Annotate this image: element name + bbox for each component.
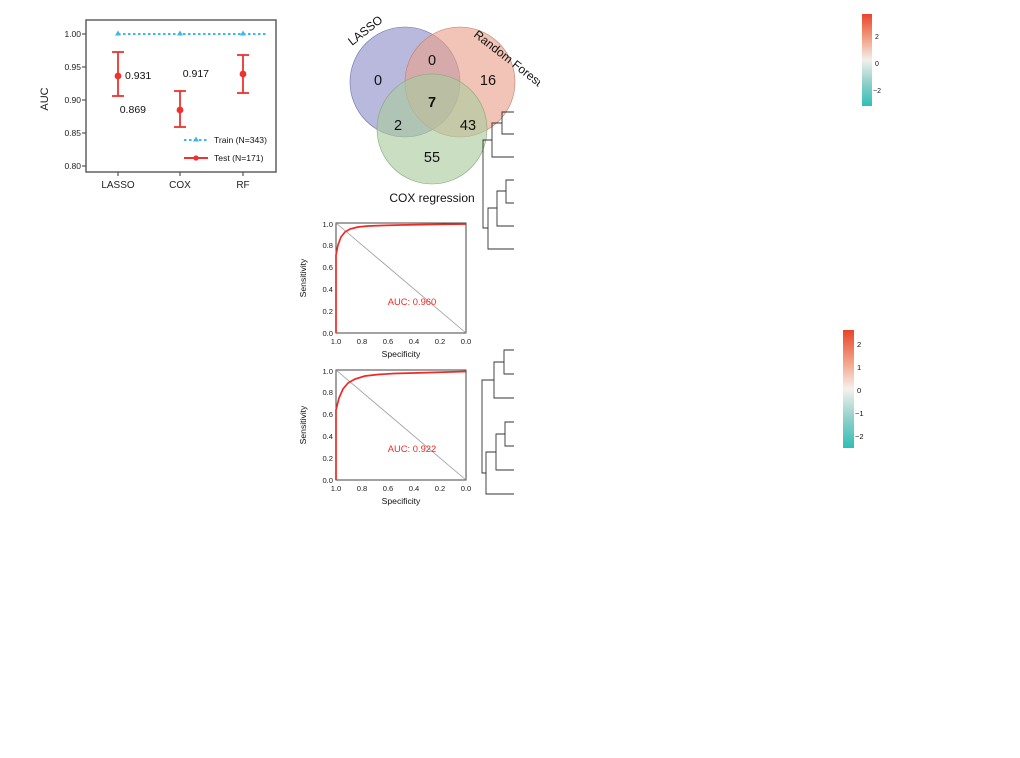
svg-text:AUC: AUC — [39, 87, 51, 110]
svg-text:0: 0 — [857, 386, 861, 395]
panel-e-colorbar: 2 1 0 −1 −2 — [843, 330, 873, 448]
panel-c-roc-train: 0.0 0.2 0.4 0.6 0.8 1.0 1.0 0.8 0.6 0.4 0.2 0.0 … — [292, 215, 487, 367]
venn-value-center: 7 — [428, 95, 436, 111]
svg-text:Sensitivity: Sensitivity — [298, 258, 308, 297]
svg-text:0.85: 0.85 — [64, 128, 81, 138]
svg-text:0.0: 0.0 — [461, 484, 472, 493]
svg-text:2: 2 — [875, 34, 879, 41]
svg-text:1.0: 1.0 — [331, 337, 342, 346]
svg-text:COX: COX — [169, 180, 191, 191]
svg-text:0.4: 0.4 — [409, 484, 420, 493]
svg-text:1.0: 1.0 — [331, 484, 342, 493]
svg-text:0.869: 0.869 — [120, 104, 146, 116]
svg-text:0.2: 0.2 — [435, 337, 446, 346]
svg-text:Sensitivity: Sensitivity — [298, 405, 308, 444]
venn-value-lasso-cox: 2 — [394, 118, 402, 134]
svg-text:0.4: 0.4 — [409, 337, 420, 346]
svg-text:0.2: 0.2 — [322, 454, 333, 463]
svg-text:−1: −1 — [855, 409, 864, 418]
svg-text:Specificity: Specificity — [382, 349, 421, 359]
svg-text:0.6: 0.6 — [383, 337, 394, 346]
svg-text:0.8: 0.8 — [357, 484, 368, 493]
venn-value-lasso-rf: 0 — [428, 53, 436, 69]
venn-value-lasso-only: 0 — [374, 73, 382, 89]
venn-value-rf-cox: 43 — [460, 118, 476, 134]
panel-a-chart: 1.00 0.95 0.90 0.85 0.80 0.931 0.869 0.9… — [28, 14, 298, 200]
venn-value-rf-only: 16 — [480, 73, 496, 89]
panel-d-dendrogram — [478, 100, 516, 260]
svg-text:0.90: 0.90 — [64, 95, 81, 105]
svg-text:2: 2 — [857, 340, 861, 349]
svg-text:0: 0 — [875, 61, 879, 68]
svg-text:LASSO: LASSO — [101, 180, 135, 191]
venn-value-cox-only: 55 — [424, 150, 440, 166]
svg-text:0.80: 0.80 — [64, 161, 81, 171]
svg-text:Test (N=171): Test (N=171) — [214, 153, 264, 163]
panel-e-heatmap — [516, 338, 764, 506]
svg-text:0.917: 0.917 — [183, 68, 209, 80]
svg-text:0.0: 0.0 — [461, 337, 472, 346]
svg-text:0.6: 0.6 — [322, 263, 333, 272]
svg-text:0.2: 0.2 — [435, 484, 446, 493]
svg-text:1.0: 1.0 — [322, 367, 333, 376]
svg-text:RF: RF — [236, 180, 249, 191]
svg-text:0.4: 0.4 — [322, 285, 333, 294]
svg-text:0.6: 0.6 — [322, 410, 333, 419]
panel-e-dendrogram — [478, 338, 516, 506]
svg-text:0.931: 0.931 — [125, 70, 151, 82]
svg-text:1.00: 1.00 — [64, 29, 81, 39]
svg-text:0.6: 0.6 — [383, 484, 394, 493]
panel-d-heatmap — [516, 100, 811, 260]
svg-text:Specificity: Specificity — [382, 496, 421, 506]
panel-d-colorbar: 2 0 −2 — [862, 14, 888, 106]
svg-text:0.8: 0.8 — [357, 337, 368, 346]
venn-label-cox: COX regression — [389, 191, 474, 205]
svg-text:0.8: 0.8 — [322, 241, 333, 250]
svg-text:−2: −2 — [855, 432, 864, 441]
panel-c-roc-test: 0.0 0.2 0.4 0.6 0.8 1.0 1.0 0.8 0.6 0.4 0.2 0.0 … — [292, 362, 487, 514]
roc-test-auc: AUC: 0.922 — [388, 443, 436, 454]
svg-text:0.8: 0.8 — [322, 388, 333, 397]
roc-train-auc: AUC: 0.960 — [388, 296, 436, 307]
svg-text:1: 1 — [857, 363, 861, 372]
svg-text:−2: −2 — [873, 88, 881, 95]
svg-text:0.2: 0.2 — [322, 307, 333, 316]
svg-text:1.0: 1.0 — [322, 220, 333, 229]
svg-text:Train (N=343): Train (N=343) — [214, 135, 267, 145]
svg-text:0.4: 0.4 — [322, 432, 333, 441]
svg-text:0.95: 0.95 — [64, 62, 81, 72]
